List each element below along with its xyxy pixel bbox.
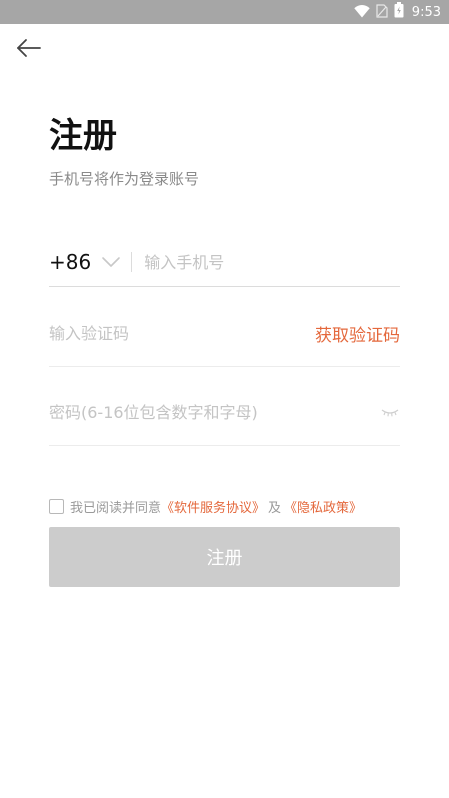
battery-icon	[394, 2, 404, 22]
verification-code-input[interactable]	[49, 321, 315, 345]
password-row	[49, 380, 400, 446]
service-agreement-link[interactable]: 《软件服务协议》	[161, 497, 265, 516]
country-code-dropdown[interactable]	[101, 256, 121, 268]
password-visibility-toggle[interactable]	[380, 403, 400, 423]
password-input[interactable]	[49, 400, 380, 425]
agreement-conjunction: 及	[268, 500, 282, 516]
chevron-down-icon	[102, 257, 121, 267]
code-row: 获取验证码	[49, 300, 400, 367]
back-button[interactable]	[14, 36, 44, 64]
agreement-row: 我已阅读并同意 《软件服务协议》 及 《隐私政策》	[49, 496, 362, 516]
country-code[interactable]: +86	[49, 250, 91, 274]
sim-card-icon	[376, 3, 388, 22]
status-icons: 9:53	[354, 0, 441, 24]
privacy-policy-link[interactable]: 《隐私政策》	[284, 497, 362, 516]
agreement-prefix: 我已阅读并同意	[70, 500, 162, 516]
wifi-icon	[354, 3, 370, 22]
get-code-button[interactable]: 获取验证码	[315, 321, 400, 346]
page-subtitle: 手机号将作为登录账号	[49, 170, 200, 188]
divider	[131, 252, 133, 272]
status-time: 9:53	[411, 4, 441, 20]
eye-closed-icon	[381, 409, 399, 416]
phone-row: +86	[49, 238, 400, 287]
register-page: 9:53 注册 手机号将作为登录账号 +86 获取验证码	[0, 0, 449, 798]
phone-input[interactable]	[144, 250, 400, 274]
agreement-checkbox[interactable]	[49, 498, 64, 514]
arrow-left-icon	[16, 38, 42, 62]
page-title: 注册	[49, 116, 117, 156]
status-bar: 9:53	[0, 0, 449, 24]
register-button[interactable]: 注册	[49, 527, 400, 587]
